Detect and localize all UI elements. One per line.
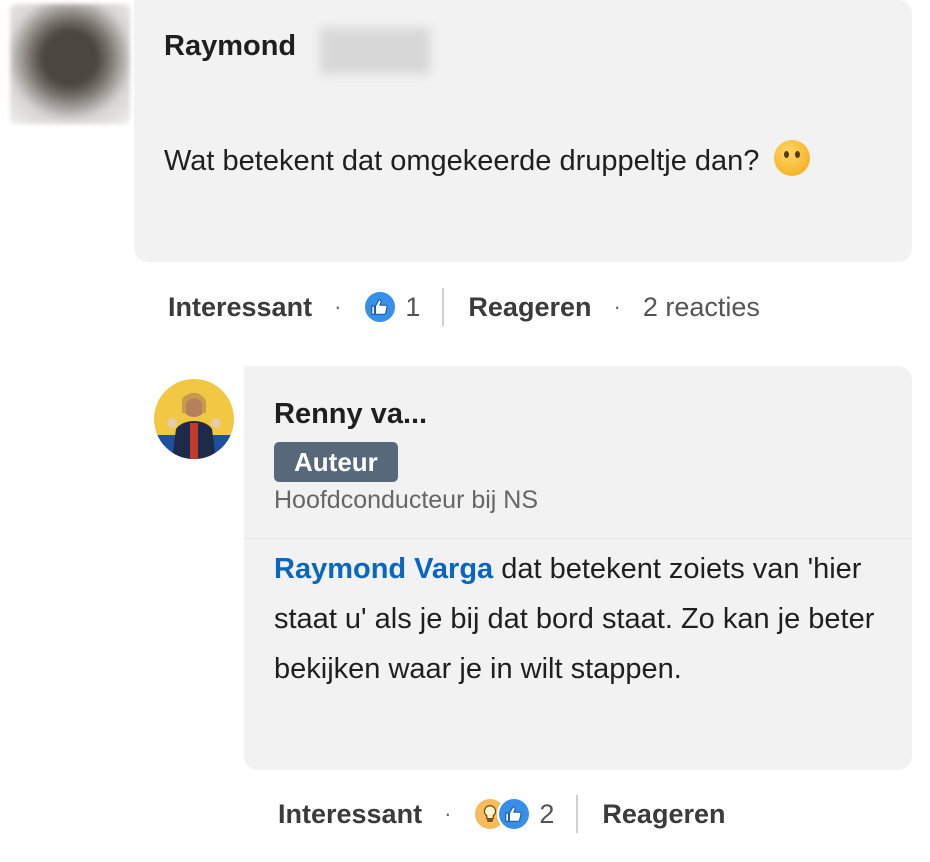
author-badge: Auteur bbox=[274, 442, 398, 482]
separator-dot: · bbox=[334, 294, 342, 319]
reply-button[interactable]: Reageren bbox=[602, 799, 725, 830]
divider bbox=[244, 538, 912, 539]
mention-link[interactable]: Raymond Varga bbox=[274, 553, 493, 585]
avatar-reply-author[interactable] bbox=[154, 379, 234, 459]
like-reaction-icon[interactable] bbox=[363, 290, 398, 324]
vertical-divider bbox=[442, 288, 445, 326]
reply-author-headline: Hoofdconducteur bij NS bbox=[274, 486, 539, 514]
comment-actions: Interessant · 1 Reageren · 2 reacties bbox=[168, 288, 760, 326]
replies-count-link[interactable]: 2 reacties bbox=[643, 292, 760, 323]
reply-button[interactable]: Reageren bbox=[468, 292, 591, 323]
like-reaction-icon[interactable] bbox=[497, 797, 532, 831]
reaction-count[interactable]: 1 bbox=[405, 292, 420, 323]
reply-actions: Interessant · 2 Reageren bbox=[278, 795, 725, 833]
reply-text: Raymond Varga dat betekent zoiets van 'h… bbox=[274, 544, 884, 694]
avatar-commenter[interactable] bbox=[10, 4, 130, 124]
comment-text-body: Wat betekent dat omgekeerde druppeltje d… bbox=[164, 145, 760, 177]
comment-author-name[interactable]: Raymond bbox=[164, 30, 296, 63]
blurred-surname bbox=[320, 28, 430, 74]
reply-author-name[interactable]: Renny va... bbox=[274, 398, 427, 431]
separator-dot: · bbox=[444, 801, 452, 826]
reaction-count[interactable]: 2 bbox=[539, 799, 554, 830]
vertical-divider bbox=[576, 795, 579, 833]
thinking-face-icon bbox=[773, 140, 810, 176]
interesting-button[interactable]: Interessant bbox=[278, 799, 422, 830]
interesting-button[interactable]: Interessant bbox=[168, 292, 312, 323]
comment-text: Wat betekent dat omgekeerde druppeltje d… bbox=[164, 140, 864, 182]
separator-dot: · bbox=[613, 294, 621, 319]
